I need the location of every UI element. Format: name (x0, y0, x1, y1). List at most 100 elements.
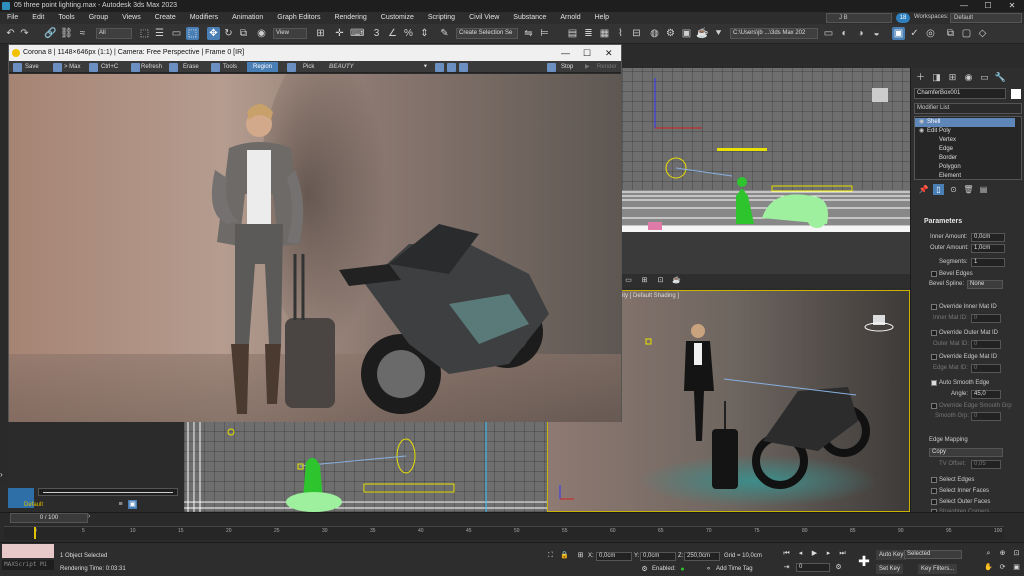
inner-mat-spinner[interactable]: 0 (971, 314, 1001, 323)
override-inner-checkbox[interactable] (931, 304, 937, 310)
select-rotate-icon[interactable]: ↻ (222, 27, 235, 40)
y-coord-field[interactable]: 0,0cm (640, 552, 676, 561)
segments-spinner[interactable]: 1 (971, 258, 1005, 267)
corona-vfb-icon[interactable]: ◑ (854, 27, 867, 40)
render-image[interactable] (9, 74, 621, 422)
smooth-grp-spinner[interactable]: 0 (971, 412, 1001, 421)
menu-file[interactable]: File (0, 12, 25, 24)
render-maximize-button[interactable]: ☐ (583, 45, 591, 61)
user-account[interactable]: J B (826, 13, 892, 23)
select-scale-icon[interactable]: ⧉ (237, 27, 250, 40)
refresh-button[interactable]: Refresh (141, 62, 162, 72)
scene-converter-icon[interactable]: ▣ (892, 27, 905, 40)
close-button[interactable]: ✕ (1000, 0, 1024, 12)
inner-amount-spinner[interactable]: 0,0cm (971, 233, 1005, 242)
render-button[interactable]: Render (597, 62, 617, 72)
select-move-icon[interactable]: ✥ (207, 27, 220, 40)
select-object-icon[interactable]: ⬚ (138, 27, 151, 40)
copy-button[interactable]: Ctrl+C (101, 62, 118, 72)
stack-item-border[interactable]: Border (915, 154, 1015, 163)
object-name-field[interactable]: ChamferBox001 (914, 88, 1006, 99)
schematic-view-icon[interactable]: ⊟ (630, 27, 643, 40)
corona-icon[interactable]: ◐ (838, 27, 851, 40)
edit-named-sel-icon[interactable]: ✎ (438, 27, 451, 40)
pin-stack-icon[interactable]: 📌 (918, 184, 929, 195)
globe-icon[interactable]: ◎ (924, 27, 937, 40)
render-minimize-button[interactable]: — (561, 45, 570, 61)
menu-tools[interactable]: Tools (51, 12, 81, 24)
enabled-toggle-icon[interactable]: ● (678, 565, 687, 574)
time-config-icon[interactable]: ⚙ (834, 563, 843, 572)
set-key-button[interactable]: Set Key (876, 564, 904, 574)
selection-filter[interactable]: All (96, 28, 132, 39)
create-tab-icon[interactable]: ＋ (914, 72, 927, 83)
layer-settings-icon[interactable]: ≡ (116, 500, 125, 509)
next-frame-icon[interactable]: ▸ (824, 549, 833, 558)
channel-dropdown-icon[interactable]: ⯆ (423, 62, 428, 72)
link-icon[interactable]: 🔗 (44, 27, 57, 40)
parameters-rollout-header[interactable]: Parameters (914, 216, 1022, 228)
named-selection-set[interactable]: Create Selection Se (456, 28, 518, 39)
zoom-out-icon[interactable] (447, 63, 456, 72)
pick-button[interactable]: Pick (303, 62, 314, 72)
rect-selection-icon[interactable]: ▭ (170, 27, 183, 40)
stop-button[interactable]: Stop (561, 62, 573, 72)
maximize-viewport-icon[interactable]: ▣ (1012, 563, 1021, 572)
isolate-icon[interactable]: ⛶ (546, 551, 555, 560)
hierarchy-tab-icon[interactable]: ⊞ (946, 72, 959, 83)
adaptive-degradation-icon[interactable]: ⚙ (640, 565, 649, 574)
add-time-tag[interactable]: Add Time Tag (716, 566, 753, 572)
viewport-top-right[interactable] (622, 68, 910, 232)
key-mode-icon[interactable]: ⇥ (782, 563, 791, 572)
place-icon[interactable]: ◉ (255, 27, 268, 40)
rendered-frame-icon[interactable]: ▣ (680, 27, 693, 40)
check-icon[interactable]: ✓ (908, 27, 921, 40)
edge-mapping-dropdown[interactable]: Copy (929, 448, 1003, 457)
motion-tab-icon[interactable]: ◉ (962, 72, 975, 83)
absolute-mode-icon[interactable]: ⊞ (576, 551, 585, 560)
bind-space-warp-icon[interactable]: ≈ (76, 27, 89, 40)
align-icon[interactable]: ⊨ (538, 27, 551, 40)
outer-amount-spinner[interactable]: 1,0cm (971, 244, 1005, 253)
auto-key-button[interactable]: Auto Key (876, 550, 907, 560)
redo-icon[interactable]: ↷ (18, 27, 31, 40)
auto-smooth-checkbox[interactable] (931, 380, 937, 386)
to-max-button[interactable]: > Max (64, 62, 81, 72)
stack-item-edit-poly[interactable]: Edit Poly (915, 127, 1015, 136)
modifier-list-dropdown[interactable]: Modifier List (914, 103, 1022, 114)
nav-frame-icon[interactable]: ⊡ (656, 276, 665, 285)
nav-maximize-icon[interactable]: ▭ (624, 276, 633, 285)
minimize-button[interactable]: — (952, 0, 976, 12)
manipulate-icon[interactable]: ✛ (333, 27, 346, 40)
tools-button[interactable]: Tools (223, 62, 237, 72)
zoom-extents-icon[interactable]: ⊡ (1012, 549, 1021, 558)
configure-sets-icon[interactable]: ▤ (978, 184, 989, 195)
render-close-button[interactable]: ✕ (605, 45, 613, 61)
set-key-icon[interactable]: ✚ (856, 553, 872, 569)
layer-label[interactable]: Default (24, 500, 114, 510)
mirror-icon[interactable]: ⇋ (522, 27, 535, 40)
prev-frame-icon[interactable]: ◂ (796, 549, 805, 558)
stack-visibility-icon[interactable]: ◉ (919, 118, 924, 125)
go-start-icon[interactable]: ⏮ (782, 549, 791, 558)
x-coord-field[interactable]: 0,0cm (596, 552, 632, 561)
keyboard-shortcut-icon[interactable]: ⌨ (350, 27, 364, 40)
override-outer-checkbox[interactable] (931, 330, 937, 336)
current-frame-marker[interactable] (34, 527, 36, 539)
pivot-icon[interactable]: ⊞ (314, 27, 327, 40)
modify-tab-icon[interactable]: ◨ (930, 72, 943, 83)
nav-grid-icon[interactable]: ⊞ (640, 276, 649, 285)
stack-item-polygon[interactable]: Polygon (915, 163, 1015, 172)
layer-explorer-icon[interactable]: ≣ (582, 27, 595, 40)
play-icon[interactable]: ▶ (810, 549, 819, 558)
menu-customize[interactable]: Customize (374, 12, 421, 24)
menu-graph-editors[interactable]: Graph Editors (270, 12, 327, 24)
display-tab-icon[interactable]: ▭ (978, 72, 991, 83)
menu-views[interactable]: Views (115, 12, 148, 24)
bevel-edges-checkbox[interactable] (931, 271, 937, 277)
menu-scripting[interactable]: Scripting (421, 12, 462, 24)
menu-civil-view[interactable]: Civil View (462, 12, 506, 24)
menu-arnold[interactable]: Arnold (553, 12, 587, 24)
angle-spinner[interactable]: 45,0 (971, 390, 1001, 399)
undo-icon[interactable]: ↶ (4, 27, 17, 40)
